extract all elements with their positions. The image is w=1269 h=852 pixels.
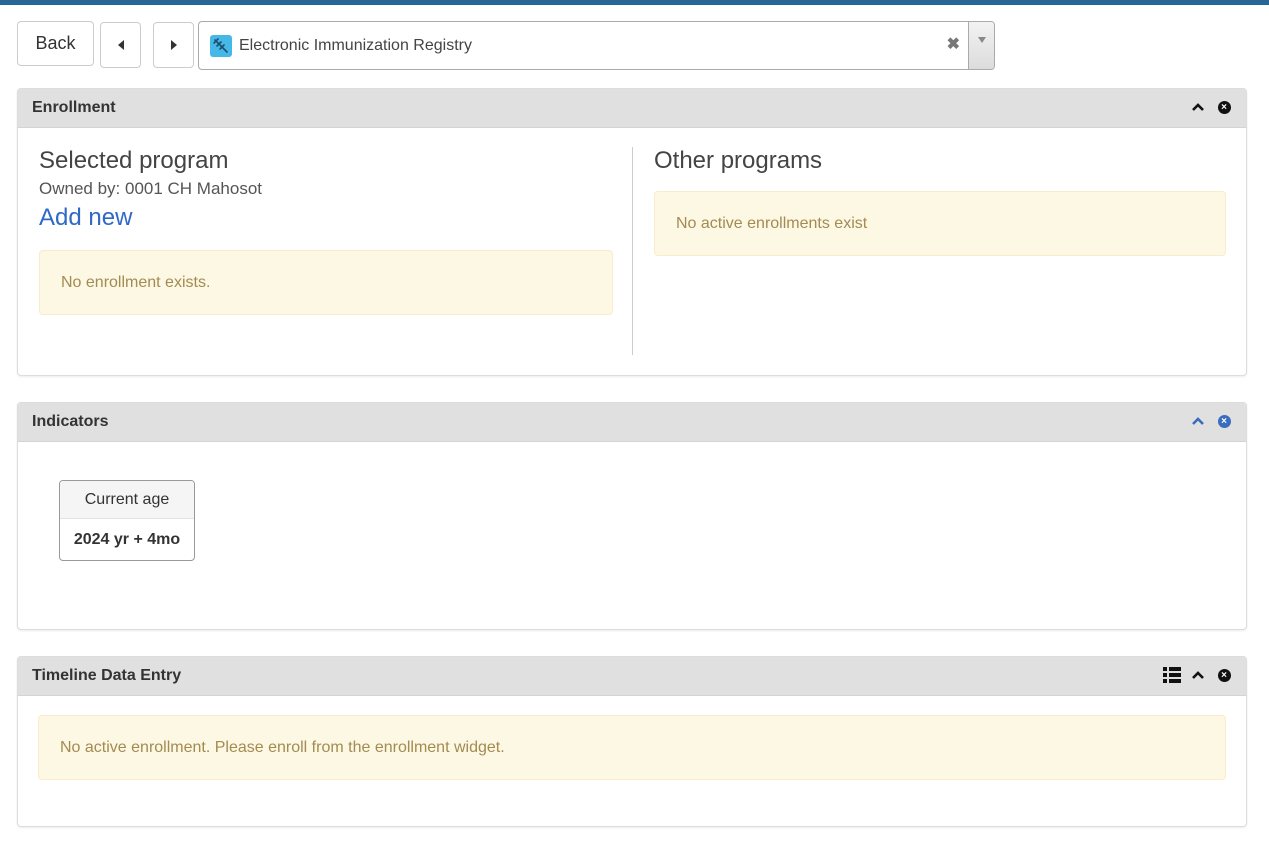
other-programs-section: Other programs No active enrollments exi… — [654, 147, 1226, 256]
top-accent-bar — [0, 0, 1269, 5]
close-circle-icon[interactable]: × — [1216, 413, 1232, 429]
close-circle-icon[interactable]: × — [1216, 667, 1232, 683]
chevron-up-icon[interactable] — [1190, 413, 1206, 429]
enrollment-header: Enrollment × — [18, 89, 1246, 128]
indicators-widget: Indicators × Current age 2024 yr + 4mo — [17, 402, 1247, 630]
enrollment-widget: Enrollment × Selected program Owned by: … — [17, 88, 1247, 376]
selected-program-section: Selected program Owned by: 0001 CH Mahos… — [39, 147, 613, 315]
enrollment-title: Enrollment — [32, 99, 116, 116]
add-new-link[interactable]: Add new — [39, 204, 613, 232]
indicators-title: Indicators — [32, 413, 109, 430]
no-enrollment-alert: No enrollment exists. — [39, 250, 613, 315]
caret-left-icon — [117, 40, 124, 50]
current-age-label: Current age — [60, 481, 194, 519]
caret-right-icon — [170, 40, 177, 50]
program-dropdown-toggle[interactable] — [968, 22, 994, 69]
program-select-value: Electronic Immunization Registry — [239, 36, 472, 54]
next-button[interactable] — [153, 22, 194, 68]
timeline-header: Timeline Data Entry × — [18, 657, 1246, 696]
timeline-title: Timeline Data Entry — [32, 667, 182, 684]
no-active-enrollments-alert: No active enrollments exist — [654, 191, 1226, 256]
indicators-header: Indicators × — [18, 403, 1246, 442]
current-age-card: Current age 2024 yr + 4mo — [59, 480, 195, 561]
chevron-up-icon[interactable] — [1190, 667, 1206, 683]
back-button[interactable]: Back — [17, 21, 94, 66]
caret-down-icon — [977, 37, 986, 43]
timeline-data-entry-widget: Timeline Data Entry × No active enrollme… — [17, 656, 1247, 827]
list-icon[interactable] — [1163, 667, 1181, 683]
program-select[interactable]: Electronic Immunization Registry ✖ — [198, 21, 995, 70]
owner-text: Owned by: 0001 CH Mahosot — [39, 179, 263, 198]
previous-button[interactable] — [100, 22, 141, 68]
other-programs-heading: Other programs — [654, 147, 823, 174]
chevron-up-icon[interactable] — [1190, 99, 1206, 115]
selected-program-heading: Selected program — [39, 147, 229, 174]
close-circle-icon[interactable]: × — [1216, 99, 1232, 115]
syringe-icon — [210, 34, 232, 57]
current-age-value: 2024 yr + 4mo — [73, 531, 181, 548]
column-divider — [632, 147, 633, 355]
no-active-enrollment-alert: No active enrollment. Please enroll from… — [38, 715, 1226, 780]
times-icon[interactable]: ✖ — [947, 34, 960, 54]
